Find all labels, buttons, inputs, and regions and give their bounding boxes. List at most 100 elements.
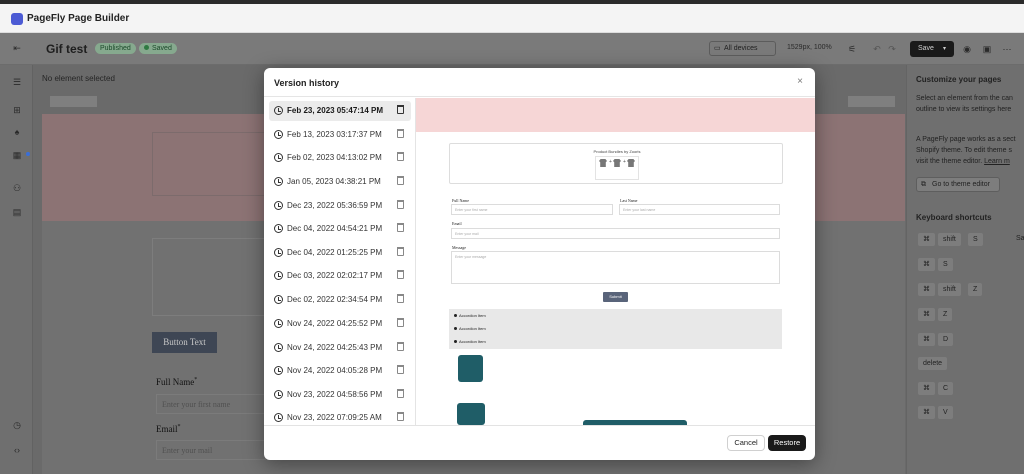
published-badge: Published [95, 43, 136, 54]
canvas-email-text: Email [156, 424, 178, 434]
settings-sliders-icon[interactable]: ⚟ [847, 44, 857, 54]
trash-icon[interactable] [397, 389, 404, 398]
more-icon[interactable]: ⋯ [1002, 44, 1012, 54]
save-button[interactable]: Save ▾ [910, 41, 954, 57]
shortcut-action: Sa [1016, 235, 1024, 242]
version-item[interactable]: Dec 02, 2022 02:34:54 PM [269, 290, 411, 310]
trash-icon[interactable] [397, 342, 404, 351]
devices-dropdown[interactable]: ▭ All devices [709, 41, 776, 56]
code-icon[interactable]: ‹› [12, 445, 22, 455]
version-timestamp: Nov 23, 2022 07:09:25 AM [287, 413, 382, 422]
version-item[interactable]: Nov 23, 2022 04:58:56 PM [269, 385, 411, 405]
trash-icon[interactable] [397, 365, 404, 374]
preview-hero-section [416, 98, 815, 132]
version-item[interactable]: Jan 05, 2023 04:38:21 PM [269, 172, 411, 192]
version-preview[interactable]: Product Bundles by Zooris + + Full Name … [416, 98, 815, 425]
version-item[interactable]: Feb 23, 2023 05:47:14 PM [269, 101, 411, 121]
right-panel-text: outline to view its settings here [916, 106, 1012, 113]
version-timestamp: Dec 23, 2022 05:36:59 PM [287, 201, 383, 210]
preview-product-bundle: Product Bundles by Zooris + + [449, 143, 783, 184]
notification-dot-icon [26, 152, 30, 156]
trash-icon[interactable] [397, 223, 404, 232]
learn-more-link[interactable]: Learn m [984, 158, 1010, 165]
trash-icon[interactable] [397, 247, 404, 256]
preview-product-image [457, 403, 485, 425]
trash-icon[interactable] [397, 176, 404, 185]
version-list[interactable]: Feb 23, 2023 05:47:14 PM Feb 13, 2023 03… [264, 98, 416, 425]
clock-icon [274, 390, 283, 399]
version-item[interactable]: Nov 23, 2022 07:09:25 AM [269, 408, 411, 425]
trash-icon[interactable] [397, 318, 404, 327]
layout-icon[interactable]: ▣ [982, 44, 992, 54]
version-item[interactable]: Nov 24, 2022 04:25:52 PM [269, 314, 411, 334]
trash-icon[interactable] [397, 200, 404, 209]
close-icon[interactable]: × [794, 76, 806, 88]
restore-button[interactable]: Restore [768, 435, 806, 451]
version-item[interactable]: Dec 03, 2022 02:02:17 PM [269, 266, 411, 286]
version-history-modal: Version history × Feb 23, 2023 05:47:14 … [264, 68, 815, 460]
modal-title: Version history [274, 78, 340, 88]
preview-product-image [458, 355, 483, 382]
clock-icon [274, 224, 283, 233]
preview-product-title: Product Bundles by Zooris [593, 149, 641, 154]
redo-icon[interactable]: ↷ [887, 44, 897, 54]
version-item[interactable]: Feb 13, 2023 03:17:37 PM [269, 125, 411, 145]
app-window: PageFly Page Builder ⇤ Gif test Publishe… [0, 0, 1024, 474]
preview-email-label: Email [452, 221, 462, 226]
version-timestamp: Nov 23, 2022 04:58:56 PM [287, 390, 383, 399]
version-item[interactable]: Nov 24, 2022 04:05:28 PM [269, 361, 411, 381]
canvas-button[interactable]: Button Text [152, 332, 217, 353]
preview-eye-icon[interactable]: ◉ [962, 44, 972, 54]
version-timestamp: Dec 04, 2022 01:25:25 PM [287, 248, 383, 257]
exit-icon[interactable]: ⇤ [12, 43, 22, 53]
canvas-toolbar-placeholder [848, 96, 895, 107]
version-item[interactable]: Dec 04, 2022 04:54:21 PM [269, 219, 411, 239]
add-element-icon[interactable]: ⊞ [12, 105, 22, 115]
preview-accordion-item-label: Accordion Item [459, 326, 486, 331]
save-button-label: Save [918, 45, 934, 52]
trash-icon[interactable] [397, 129, 404, 138]
trash-icon[interactable] [397, 294, 404, 303]
canvas-email-input[interactable]: Enter your mail [156, 440, 266, 460]
canvas-box[interactable] [152, 238, 270, 316]
preview-last-name-input: Enter your last name [619, 204, 780, 215]
version-item[interactable]: Dec 04, 2022 01:25:25 PM [269, 243, 411, 263]
version-item[interactable]: Feb 02, 2023 04:13:02 PM [269, 148, 411, 168]
preview-last-name-label: Last Name [620, 198, 638, 203]
modal-header: Version history × [264, 68, 815, 97]
version-timestamp: Nov 24, 2022 04:05:28 PM [287, 366, 383, 375]
shortcut-key: V [938, 406, 953, 419]
users-icon[interactable]: ⚇ [12, 183, 22, 193]
go-to-theme-editor-button[interactable]: ⧉ Go to theme editor [916, 177, 1000, 192]
shortcut-key: ⌘ [918, 308, 935, 321]
version-timestamp: Jan 05, 2023 04:38:21 PM [287, 177, 381, 186]
shopify-icon[interactable]: ♠ [12, 127, 22, 137]
version-item[interactable]: Nov 24, 2022 04:25:43 PM [269, 338, 411, 358]
trash-icon[interactable] [397, 105, 404, 114]
go-to-theme-editor-label: Go to theme editor [932, 181, 990, 188]
shortcut-key: ⌘ [918, 333, 935, 346]
shortcut-key: shift [938, 283, 961, 296]
app-title: PageFly Page Builder [27, 13, 130, 24]
preview-accordion-item: Accordion Item [454, 326, 486, 331]
trash-icon[interactable] [397, 152, 404, 161]
cancel-button[interactable]: Cancel [727, 435, 765, 451]
right-panel-text: Select an element from the can [916, 95, 1013, 102]
page-title[interactable]: Gif test [46, 42, 87, 56]
apps-grid-icon[interactable]: ▦ [12, 150, 22, 160]
trash-icon[interactable] [397, 270, 404, 279]
version-item[interactable]: Dec 23, 2022 05:36:59 PM [269, 196, 411, 216]
chevron-down-icon[interactable]: ▾ [943, 41, 946, 57]
undo-icon[interactable]: ↶ [872, 44, 882, 54]
monitor-icon: ▭ [714, 45, 721, 52]
canvas-full-name-input[interactable]: Enter your first name [156, 394, 266, 414]
layers-icon[interactable]: ☰ [12, 77, 22, 87]
preview-accordion-item-label: Accordion Item [459, 313, 486, 318]
shortcut-key: Z [938, 308, 953, 321]
devices-label: All devices [724, 45, 758, 52]
table-icon[interactable]: ▤ [12, 207, 22, 217]
trash-icon[interactable] [397, 412, 404, 421]
history-icon[interactable]: ◷ [12, 420, 22, 430]
version-timestamp: Dec 04, 2022 04:54:21 PM [287, 224, 383, 233]
canvas-toolbar-placeholder [50, 96, 97, 107]
